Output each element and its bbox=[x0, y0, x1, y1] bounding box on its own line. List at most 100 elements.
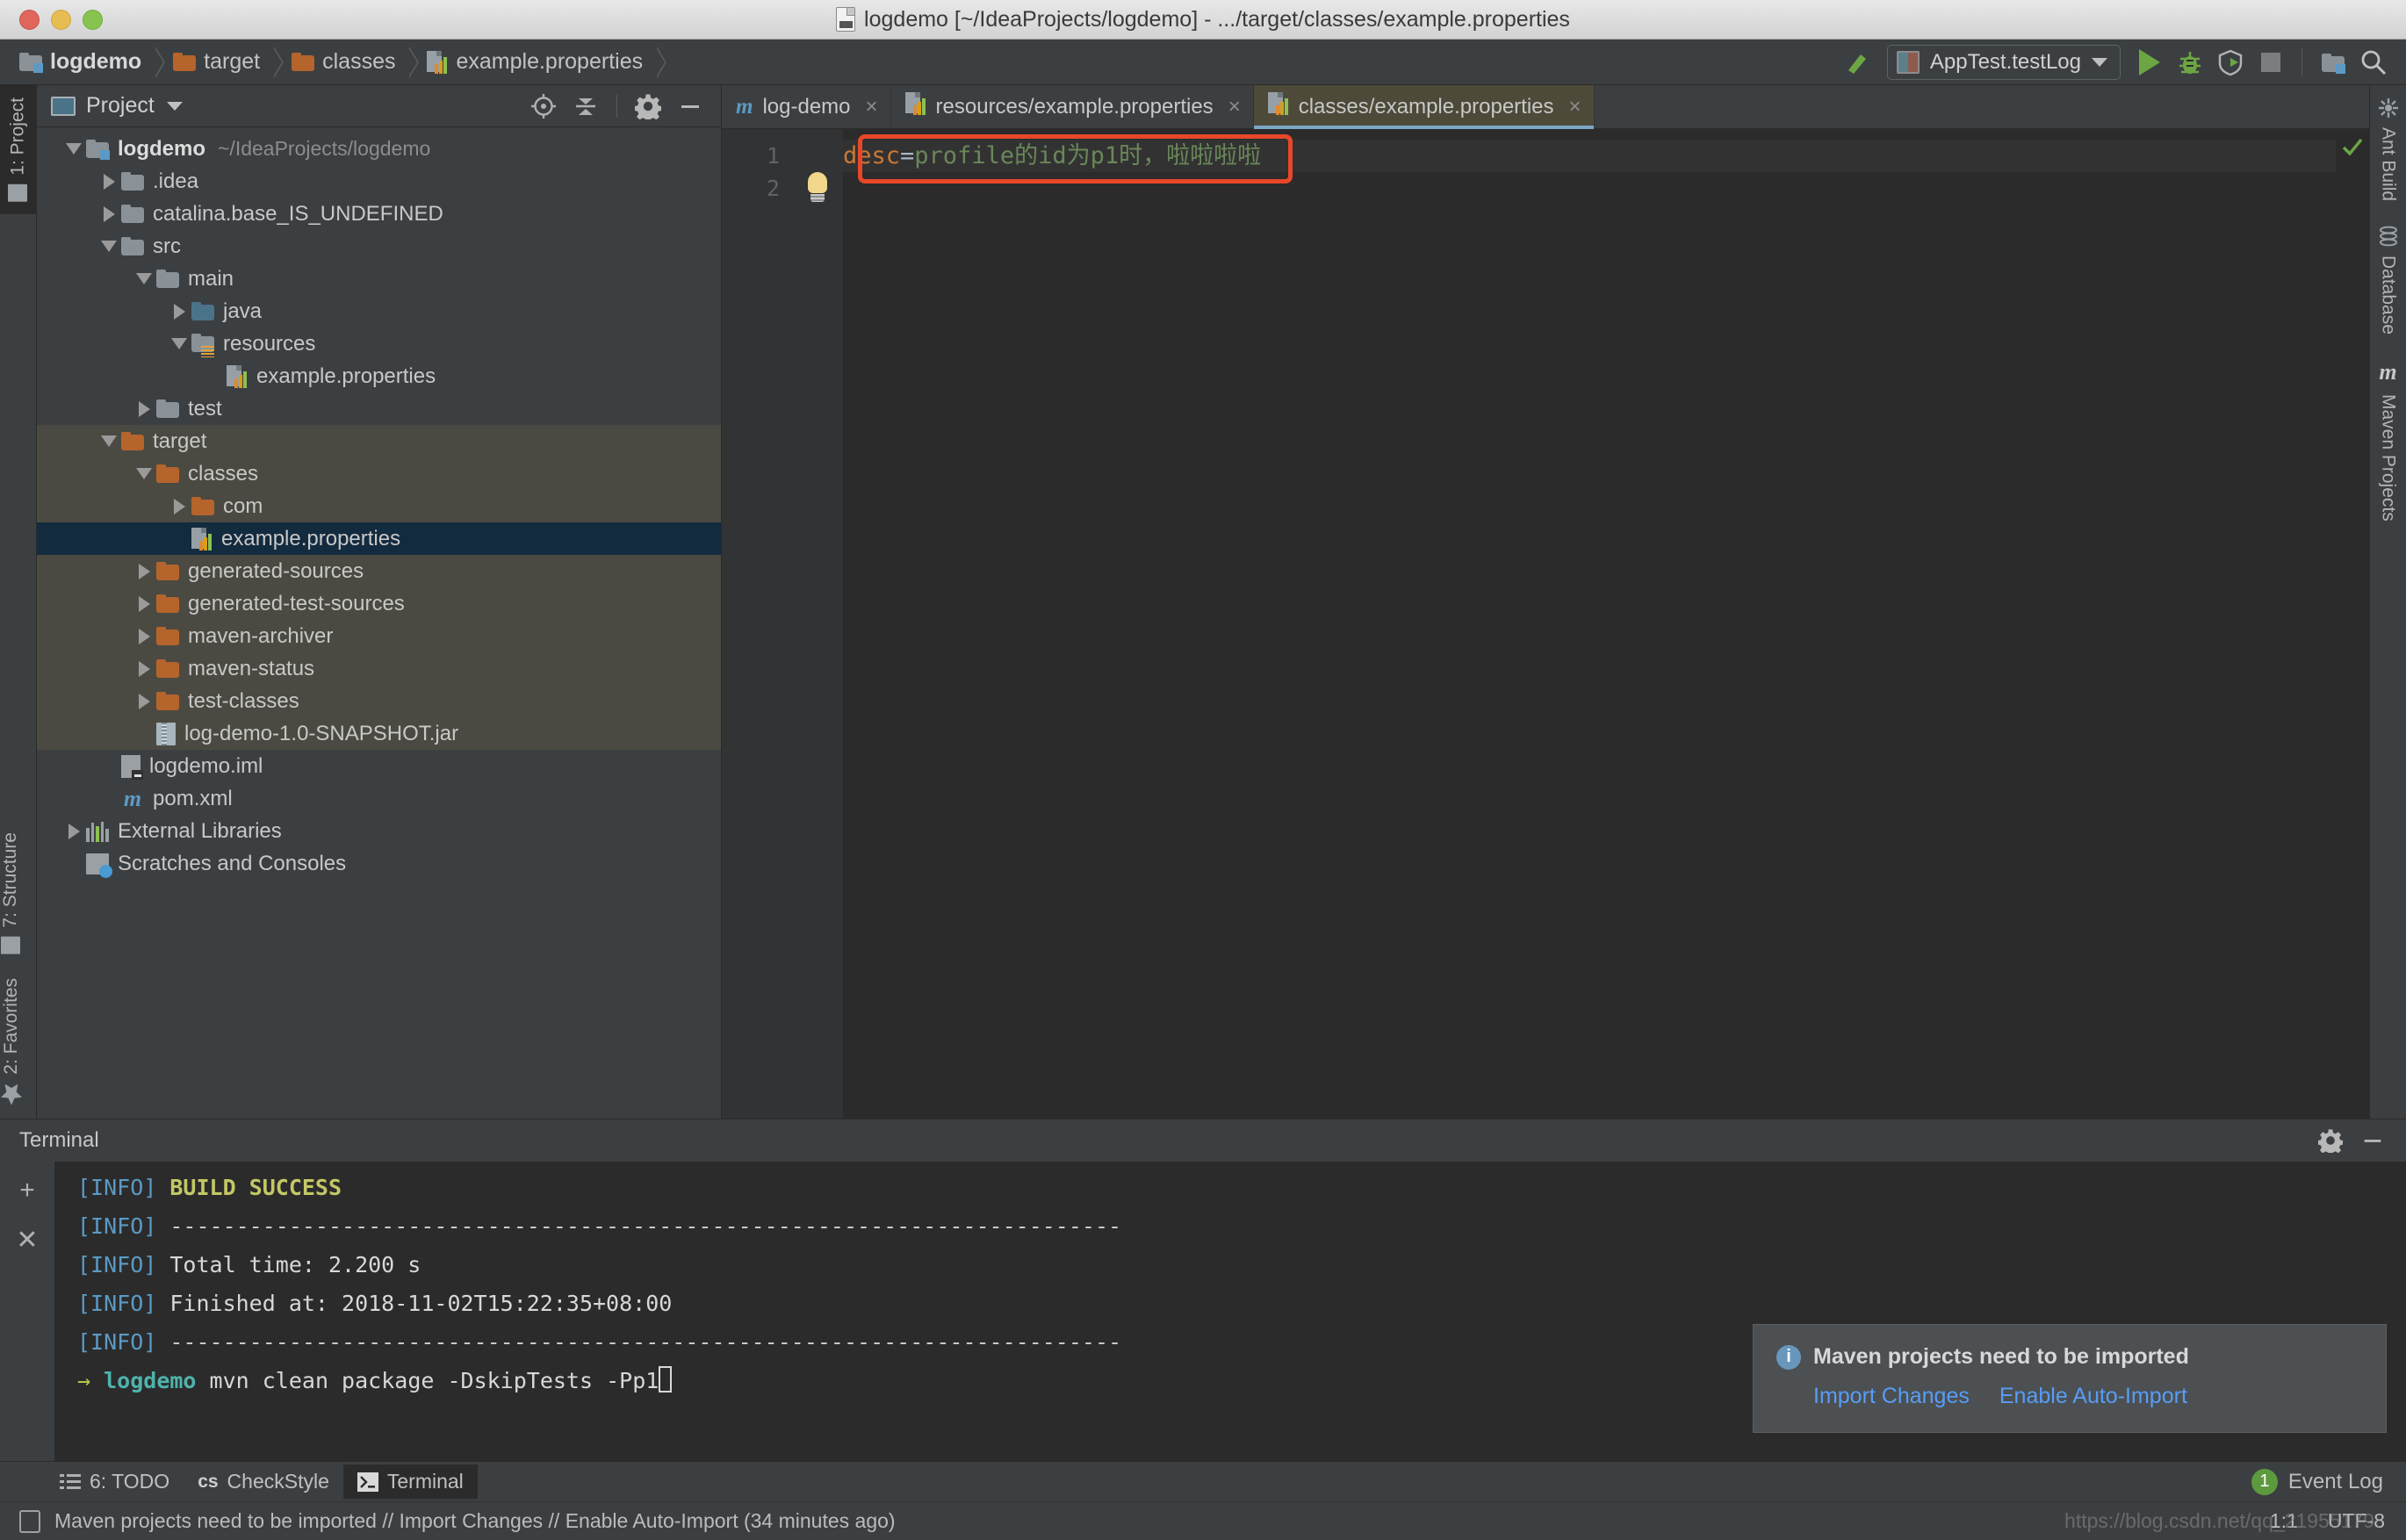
chevron-down-icon[interactable] bbox=[61, 143, 86, 155]
project-tree[interactable]: logdemo ~/IdeaProjects/logdemo .idea catali… bbox=[37, 127, 721, 1119]
tree-node-example-properties[interactable]: example.properties bbox=[37, 522, 721, 555]
chevron-right-icon[interactable] bbox=[167, 303, 191, 320]
chevron-down-icon[interactable] bbox=[132, 273, 156, 284]
tree-node-java[interactable]: java bbox=[37, 295, 721, 327]
close-window-button[interactable] bbox=[19, 9, 40, 30]
tree-node-com[interactable]: com bbox=[37, 490, 721, 522]
code-content[interactable]: desc=profile的id为p1时，啦啦啦啦 bbox=[843, 129, 2336, 1119]
tree-node-logdemo[interactable]: logdemo ~/IdeaProjects/logdemo bbox=[37, 133, 721, 165]
tree-node-example-properties[interactable]: example.properties bbox=[37, 360, 721, 392]
chevron-down-icon[interactable] bbox=[97, 435, 121, 447]
status-bar-message[interactable]: Maven projects need to be imported // Im… bbox=[54, 1509, 896, 1533]
chevron-down-icon[interactable] bbox=[167, 338, 191, 349]
tree-node-generated-test-sources[interactable]: generated-test-sources bbox=[37, 587, 721, 620]
editor-markup-scrollbar[interactable] bbox=[2336, 129, 2369, 1119]
tree-node-log-demo-1-0-snapshot-jar[interactable]: log-demo-1.0-SNAPSHOT.jar bbox=[37, 717, 721, 750]
chevron-down-icon[interactable] bbox=[166, 101, 183, 111]
settings-gear-icon[interactable] bbox=[2318, 1128, 2343, 1153]
code-line-1[interactable]: desc=profile的id为p1时，啦啦啦啦 bbox=[843, 140, 2336, 172]
tree-node-pom-xml[interactable]: m pom.xml bbox=[37, 782, 721, 815]
chevron-right-icon[interactable] bbox=[132, 660, 156, 677]
prompt-command: mvn clean package -DskipTests -Pp1 bbox=[209, 1368, 659, 1393]
tree-node-generated-sources[interactable]: generated-sources bbox=[37, 555, 721, 587]
editor-tabs[interactable]: m log-demo × resources/example.properties × c… bbox=[722, 85, 2369, 129]
tree-node-logdemo-iml[interactable]: logdemo.iml bbox=[37, 750, 721, 782]
sidebar-item-structure[interactable]: 7: Structure bbox=[0, 820, 21, 967]
chevron-right-icon[interactable] bbox=[132, 400, 156, 417]
property-key: desc bbox=[843, 142, 901, 169]
close-icon[interactable]: × bbox=[866, 95, 878, 119]
settings-gear-icon[interactable] bbox=[633, 91, 663, 121]
close-icon[interactable]: × bbox=[1569, 95, 1581, 119]
close-icon[interactable]: × bbox=[1228, 95, 1241, 119]
chevron-down-icon[interactable] bbox=[132, 468, 156, 479]
chevron-right-icon[interactable] bbox=[97, 173, 121, 190]
code-line-2[interactable] bbox=[843, 172, 2336, 205]
tree-node-main[interactable]: main bbox=[37, 263, 721, 295]
property-operator: = bbox=[900, 142, 915, 169]
properties-file-icon bbox=[904, 92, 926, 121]
ant-icon bbox=[2378, 97, 2399, 119]
notification-icon[interactable] bbox=[19, 1509, 40, 1533]
chevron-right-icon[interactable] bbox=[132, 563, 156, 579]
sidebar-item-favorites[interactable]: 2: Favorites bbox=[0, 966, 23, 1119]
build-icon[interactable] bbox=[1838, 42, 1878, 83]
project-panel-header: Project bbox=[37, 85, 721, 127]
minimize-window-button[interactable] bbox=[51, 9, 71, 30]
sidebar-item-ant-build[interactable]: Ant Build bbox=[2370, 85, 2406, 213]
chevron-right-icon[interactable] bbox=[167, 498, 191, 515]
window-controls[interactable] bbox=[0, 9, 103, 30]
breadcrumb-item-target[interactable]: target bbox=[173, 40, 263, 85]
import-changes-link[interactable]: Import Changes bbox=[1813, 1384, 1970, 1409]
sidebar-item-maven-projects[interactable]: m Maven Projects bbox=[2370, 347, 2406, 534]
status-button-todo[interactable]: 6: TODO bbox=[46, 1464, 184, 1499]
tree-node-catalina-base-is-undefined[interactable]: catalina.base_IS_UNDEFINED bbox=[37, 198, 721, 230]
chevron-right-icon[interactable] bbox=[97, 205, 121, 222]
locate-icon[interactable] bbox=[529, 91, 558, 121]
intention-bulb-icon[interactable] bbox=[803, 172, 832, 202]
project-structure-icon[interactable] bbox=[2313, 42, 2353, 83]
stop-icon[interactable] bbox=[2251, 42, 2291, 83]
enable-auto-import-link[interactable]: Enable Auto-Import bbox=[1999, 1384, 2187, 1409]
hide-icon[interactable] bbox=[2360, 1128, 2385, 1153]
tree-node-label: java bbox=[223, 299, 263, 323]
maximize-window-button[interactable] bbox=[83, 9, 103, 30]
gutter-icons-column[interactable] bbox=[792, 129, 843, 1119]
breadcrumb-item-example-properties[interactable]: example.properties bbox=[427, 40, 646, 85]
run-icon[interactable] bbox=[2129, 42, 2170, 83]
run-configuration-selector[interactable]: AppTest.testLog bbox=[1886, 45, 2121, 80]
tree-node-test[interactable]: test bbox=[37, 392, 721, 425]
new-session-plus-icon[interactable]: + bbox=[11, 1174, 44, 1207]
editor-tab-resources-example-properties[interactable]: resources/example.properties × bbox=[891, 85, 1254, 128]
tree-node-target[interactable]: target bbox=[37, 425, 721, 457]
tree-node-scratches-and-consoles[interactable]: Scratches and Consoles bbox=[37, 847, 721, 880]
sidebar-item-project[interactable]: 1: Project bbox=[0, 85, 36, 214]
tree-node--idea[interactable]: .idea bbox=[37, 165, 721, 198]
search-everywhere-icon[interactable] bbox=[2353, 42, 2394, 83]
hide-icon[interactable] bbox=[675, 91, 705, 121]
chevron-right-icon[interactable] bbox=[132, 595, 156, 612]
chevron-right-icon[interactable] bbox=[132, 628, 156, 644]
chevron-right-icon[interactable] bbox=[132, 693, 156, 709]
run-coverage-icon[interactable] bbox=[2210, 42, 2251, 83]
breadcrumb-item-classes[interactable]: classes bbox=[292, 40, 399, 85]
close-session-x-icon[interactable]: ✕ bbox=[11, 1223, 44, 1256]
status-button-terminal[interactable]: Terminal bbox=[342, 1464, 478, 1499]
tree-node-test-classes[interactable]: test-classes bbox=[37, 685, 721, 717]
tree-node-external-libraries[interactable]: External Libraries bbox=[37, 815, 721, 847]
tree-node-src[interactable]: src bbox=[37, 230, 721, 263]
breadcrumb-item-logdemo[interactable]: logdemo bbox=[19, 40, 145, 85]
collapse-all-icon[interactable] bbox=[571, 91, 601, 121]
tree-node-maven-archiver[interactable]: maven-archiver bbox=[37, 620, 721, 652]
tree-node-resources[interactable]: resources bbox=[37, 327, 721, 360]
editor-tab-log-demo[interactable]: m log-demo × bbox=[722, 85, 891, 128]
debug-icon[interactable] bbox=[2170, 42, 2210, 83]
chevron-right-icon[interactable] bbox=[61, 823, 86, 839]
sidebar-item-database[interactable]: Database bbox=[2370, 213, 2406, 347]
event-log-button[interactable]: 1 Event Log bbox=[2251, 1468, 2406, 1495]
chevron-down-icon[interactable] bbox=[97, 241, 121, 252]
status-button-checkstyle[interactable]: cs CheckStyle bbox=[184, 1464, 343, 1499]
tree-node-classes[interactable]: classes bbox=[37, 457, 721, 490]
editor-tab-classes-example-properties[interactable]: classes/example.properties × bbox=[1253, 85, 1595, 129]
tree-node-maven-status[interactable]: maven-status bbox=[37, 652, 721, 685]
